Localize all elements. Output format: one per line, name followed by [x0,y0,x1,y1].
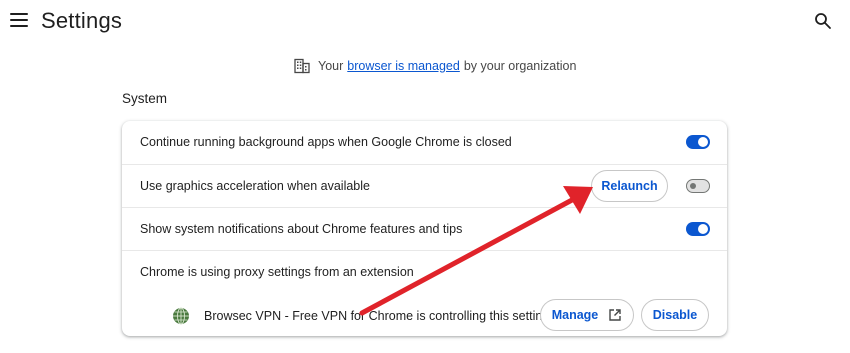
building-icon [294,58,310,74]
page-title: Settings [41,8,123,33]
settings-page: Settings Your browser is managed by your… [0,0,850,353]
search-icon[interactable] [814,12,832,30]
graphics-acceleration-toggle[interactable] [686,179,710,193]
setting-row-background-apps: Continue running background apps when Go… [122,121,727,164]
background-apps-toggle[interactable] [686,135,710,149]
managed-banner: Your browser is managed by your organiza… [294,58,576,74]
notifications-toggle[interactable] [686,222,710,236]
managed-prefix: Your [318,59,344,73]
setting-row-graphics-acceleration: Use graphics acceleration when available… [122,164,727,207]
setting-row-notifications: Show system notifications about Chrome f… [122,207,727,250]
setting-row-proxy: Chrome is using proxy settings from an e… [122,250,727,336]
disable-button[interactable]: Disable [641,299,709,331]
system-settings-card: Continue running background apps when Go… [122,121,727,336]
hamburger-menu-icon[interactable] [10,13,28,29]
browser-managed-link[interactable]: browser is managed [347,59,460,73]
manage-button[interactable]: Manage [540,299,634,331]
manage-button-label: Manage [551,308,599,322]
proxy-label: Chrome is using proxy settings from an e… [140,265,414,279]
graphics-acceleration-label: Use graphics acceleration when available [140,179,370,193]
extension-control-text: Browsec VPN - Free VPN for Chrome is con… [204,309,550,323]
managed-suffix: by your organization [463,59,577,73]
background-apps-label: Continue running background apps when Go… [140,135,512,149]
globe-icon [173,307,189,325]
open-external-icon [609,309,621,321]
notifications-label: Show system notifications about Chrome f… [140,222,463,236]
section-title: System [122,91,168,106]
relaunch-button[interactable]: Relaunch [591,170,668,202]
